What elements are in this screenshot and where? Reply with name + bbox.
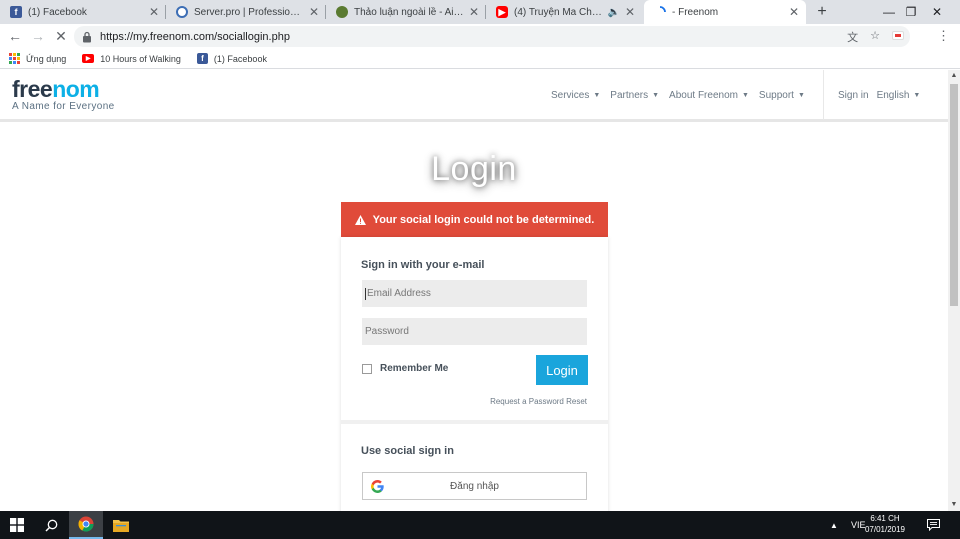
tab-forum[interactable]: Thảo luận ngoài lề - Ai Chỉ Các ✕ <box>326 0 486 24</box>
remember-me[interactable]: Remember Me <box>362 363 448 374</box>
apps-grid-icon <box>9 53 20 64</box>
windows-start-icon[interactable] <box>0 511 34 539</box>
logo-wordmark: freenom <box>12 76 100 102</box>
bookmark-walking[interactable]: ▶ 10 Hours of Walking <box>82 54 181 64</box>
loading-spinner-icon <box>654 6 666 18</box>
facebook-icon: f <box>10 6 22 18</box>
error-alert: Your social login could not be determine… <box>341 202 608 237</box>
scroll-thumb[interactable] <box>950 84 958 306</box>
card-divider <box>341 420 608 424</box>
nav-support[interactable]: Support ▼ <box>759 90 805 101</box>
bookmark-facebook[interactable]: f (1) Facebook <box>196 53 267 64</box>
google-signin-label: Đăng nhập <box>450 480 499 492</box>
chrome-taskbar-icon[interactable] <box>69 511 103 539</box>
main-nav: Services ▼ Partners ▼ About Freenom ▼ Suppo… <box>551 90 815 101</box>
bookmark-apps[interactable]: Ứng dụng <box>9 53 66 64</box>
login-card: Sign in with your e-mail Email Address P… <box>341 237 608 511</box>
chevron-down-icon: ▼ <box>913 92 921 99</box>
tab-youtube[interactable]: ▶ (4) Truyện Ma Chùm Tóc N 🔈 ✕ <box>486 0 642 24</box>
google-signin-button[interactable]: Đăng nhập <box>362 472 587 500</box>
sign-in-link[interactable]: Sign in <box>838 90 869 101</box>
forward-icon[interactable]: → <box>29 27 47 45</box>
alert-text: Your social login could not be determine… <box>372 213 595 226</box>
bookmark-label: (1) Facebook <box>213 53 267 64</box>
email-field[interactable]: Email Address <box>362 280 587 307</box>
window-close-icon[interactable]: ✕ <box>914 0 960 24</box>
tray-expand-icon[interactable]: ▲ <box>830 511 838 539</box>
url-text: https://my.freenom.com/sociallogin.php <box>100 30 290 43</box>
user-nav: Sign in English ▼ <box>838 90 928 101</box>
tab-freenom[interactable]: - Freenom ✕ <box>644 0 806 24</box>
chevron-down-icon: ▼ <box>593 92 601 99</box>
tab-facebook[interactable]: f (1) Facebook ✕ <box>0 0 166 24</box>
tab-serverpro[interactable]: Server.pro | Professional Game ✕ <box>166 0 326 24</box>
search-icon[interactable] <box>34 511 68 539</box>
extension-icon[interactable] <box>892 31 904 40</box>
browser-toolbar: ← → ✕ https://my.freenom.com/sociallogin… <box>0 24 960 49</box>
bookmark-label: 10 Hours of Walking <box>100 53 181 64</box>
tab-title: (4) Truyện Ma Chùm Tóc N <box>514 6 605 18</box>
page-viewport: freenom A Name for Everyone Services ▼ Pa… <box>0 70 948 511</box>
tab-title: (1) Facebook <box>28 6 87 18</box>
warning-icon <box>354 214 366 225</box>
freenom-logo[interactable]: freenom A Name for Everyone <box>12 76 115 113</box>
address-bar[interactable]: https://my.freenom.com/sociallogin.php 文… <box>74 26 910 47</box>
notification-icon[interactable] <box>922 511 944 539</box>
nav-services[interactable]: Services ▼ <box>551 90 600 101</box>
new-tab-icon[interactable]: + <box>812 2 832 22</box>
nav-about[interactable]: About Freenom ▼ <box>669 90 749 101</box>
clock-date: 07/01/2019 <box>864 525 906 534</box>
remember-me-checkbox[interactable] <box>362 363 372 374</box>
close-icon[interactable]: ✕ <box>788 5 800 19</box>
browser-menu-icon[interactable]: ⋮ <box>937 28 950 44</box>
text-cursor <box>365 287 366 300</box>
speaker-icon[interactable]: 🔈 <box>608 7 620 18</box>
login-button[interactable]: Login <box>536 355 588 385</box>
password-field[interactable]: Password <box>362 318 587 345</box>
lock-icon <box>83 31 91 42</box>
youtube-icon: ▶ <box>82 54 95 63</box>
close-icon[interactable]: ✕ <box>148 5 160 19</box>
password-reset-link[interactable]: Request a Password Reset <box>490 397 587 406</box>
language-select[interactable]: English ▼ <box>877 90 921 101</box>
youtube-icon: ▶ <box>496 6 508 18</box>
nav-divider <box>823 70 824 120</box>
nav-partners[interactable]: Partners ▼ <box>610 90 659 101</box>
password-placeholder: Password <box>365 326 409 337</box>
page-scrollbar[interactable]: ▲ ▼ <box>948 70 960 511</box>
clock-time: 6:41 CH <box>870 514 900 523</box>
email-placeholder: Email Address <box>367 288 431 299</box>
serverpro-icon <box>176 6 188 18</box>
chevron-down-icon: ▼ <box>741 92 749 99</box>
google-icon <box>371 480 384 493</box>
tab-title: Thảo luận ngoài lề - Ai Chỉ Các <box>354 6 464 18</box>
back-icon[interactable]: ← <box>6 27 24 45</box>
social-signin-heading: Use social sign in <box>361 445 454 457</box>
tab-title: - Freenom <box>672 6 719 18</box>
forum-icon <box>336 6 348 18</box>
chevron-down-icon: ▼ <box>652 92 660 99</box>
scroll-up-icon[interactable]: ▲ <box>948 70 960 82</box>
file-explorer-icon[interactable] <box>104 511 138 539</box>
bookmark-star-icon[interactable]: ☆ <box>870 29 880 45</box>
browser-tab-strip: f (1) Facebook ✕ Server.pro | Profession… <box>0 0 960 24</box>
close-icon[interactable]: ✕ <box>308 5 320 19</box>
scroll-down-icon[interactable]: ▼ <box>948 499 960 511</box>
chevron-down-icon: ▼ <box>797 92 805 99</box>
logo-tagline: A Name for Everyone <box>12 101 115 112</box>
bookmark-label: Ứng dụng <box>26 53 67 64</box>
email-signin-heading: Sign in with your e-mail <box>361 259 485 271</box>
bookmarks-bar: Ứng dụng ▶ 10 Hours of Walking f (1) Fac… <box>0 49 960 69</box>
page-title: Login <box>431 150 517 188</box>
translate-icon[interactable]: 文 <box>847 29 858 45</box>
site-header: freenom A Name for Everyone Services ▼ Pa… <box>0 70 948 122</box>
windows-taskbar: ▲ VIE 6:41 CH 07/01/2019 <box>0 511 960 539</box>
tab-title: Server.pro | Professional Game <box>194 6 304 18</box>
facebook-icon: f <box>196 53 208 64</box>
close-icon[interactable]: ✕ <box>468 5 480 19</box>
system-clock[interactable]: 6:41 CH 07/01/2019 <box>862 513 908 535</box>
close-icon[interactable]: ✕ <box>624 5 636 19</box>
remember-me-label: Remember Me <box>380 363 449 374</box>
stop-loading-icon[interactable]: ✕ <box>52 27 70 45</box>
